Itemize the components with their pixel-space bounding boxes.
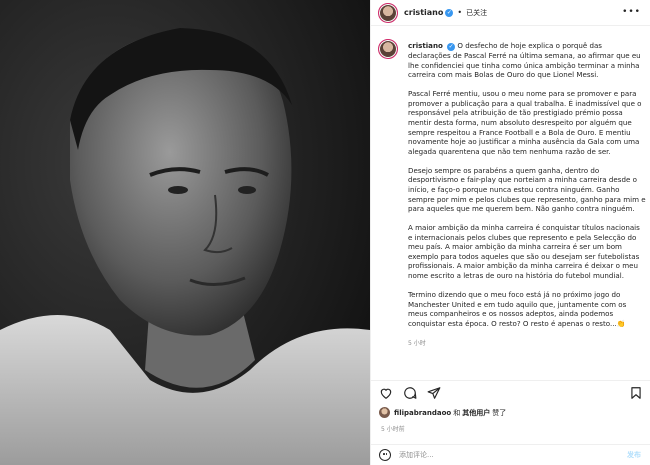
post-comment-button[interactable]: 发布 [627, 450, 641, 460]
other-likers-link[interactable]: 其他用户 [462, 408, 490, 418]
emoji-icon[interactable] [379, 449, 391, 461]
caption-text: Pascal Ferré mentiu, usou o meu nome par… [408, 89, 642, 156]
caption-text: A maior ambição da minha carreira é conq… [408, 223, 640, 281]
caption-paragraph: cristiano ✓ O desfecho de hoje explica o… [408, 41, 646, 80]
liker-username[interactable]: filipabrandaoo [394, 409, 451, 417]
liker-avatar[interactable] [379, 407, 390, 418]
comment-icon[interactable] [403, 386, 417, 400]
comment-bar: 添加评论... 发布 [371, 444, 650, 465]
likes-connector: 和 [453, 408, 461, 417]
caption-block: cristiano ✓ O desfecho de hoje explica o… [378, 39, 646, 357]
caption-timestamp: 5 小时 [408, 339, 426, 347]
verified-icon: ✓ [447, 43, 456, 51]
caption-paragraph: A maior ambição da minha carreira é conq… [408, 223, 646, 281]
action-bar [371, 380, 650, 404]
portrait-image [0, 0, 370, 465]
caption-text: Desejo sempre os parabéns a quem ganha, … [408, 165, 646, 214]
verified-icon: ✓ [445, 8, 454, 17]
likes-suffix: 赞了 [492, 408, 507, 417]
caption-avatar[interactable] [378, 39, 398, 59]
bookmark-icon[interactable] [629, 386, 643, 400]
paper-plane-icon[interactable] [427, 386, 441, 400]
author-avatar[interactable] [378, 2, 398, 23]
heart-icon[interactable] [379, 386, 393, 400]
more-options-icon[interactable]: ••• [622, 8, 641, 17]
caption-paragraph: Termino dizendo que o meu foco está já n… [408, 290, 646, 328]
post-photo[interactable] [0, 0, 370, 465]
separator-dot: • [457, 8, 463, 17]
post-panel: cristiano ✓ • 已关注 ••• cristiano ✓ O desf… [370, 0, 650, 465]
caption-text: O desfecho de hoje explica o porquê das … [408, 41, 641, 80]
post-header: cristiano ✓ • 已关注 ••• [371, 0, 650, 26]
caption-text: Termino dizendo que o meu foco está já n… [408, 290, 627, 328]
following-button[interactable]: 已关注 [466, 8, 487, 18]
caption-username[interactable]: cristiano [408, 41, 443, 50]
comment-input[interactable]: 添加评论... [399, 450, 627, 460]
likes-summary: filipabrandaoo 和 其他用户 赞了 [379, 407, 508, 418]
caption-paragraph: Pascal Ferré mentiu, usou o meu nome par… [408, 89, 646, 156]
author-username[interactable]: cristiano [404, 8, 443, 17]
post-timestamp: 5 小时前 [381, 426, 405, 433]
caption-paragraph: Desejo sempre os parabéns a quem ganha, … [408, 166, 646, 214]
